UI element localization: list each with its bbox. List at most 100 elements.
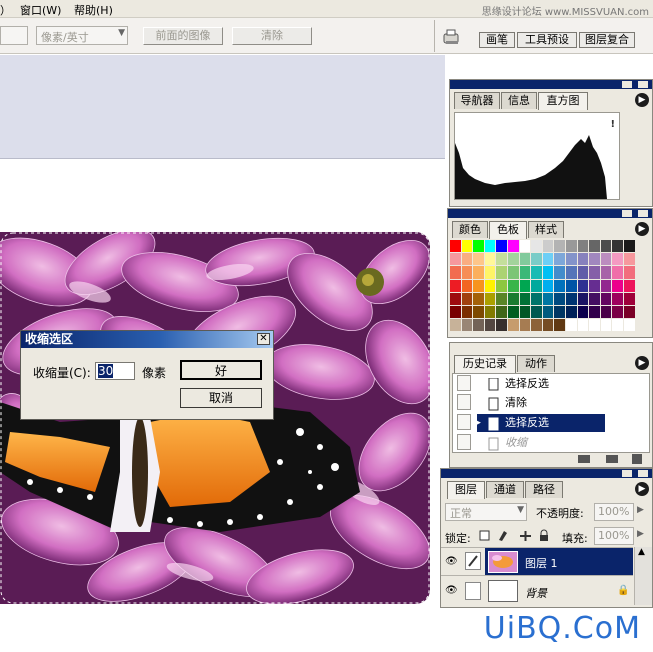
swatch[interactable] (612, 266, 623, 279)
palette-well-icon[interactable] (442, 28, 462, 46)
swatch[interactable] (496, 319, 507, 332)
clear-button[interactable]: 清除 (232, 27, 312, 45)
swatch[interactable] (461, 306, 473, 319)
swatch[interactable] (531, 279, 542, 292)
swatch[interactable] (461, 240, 473, 253)
swatch[interactable] (496, 292, 507, 305)
well-tab-brushes[interactable]: 画笔 (479, 32, 515, 48)
swatch[interactable] (542, 253, 554, 266)
swatch[interactable] (624, 266, 635, 279)
tab-history[interactable]: 历史记录 (454, 355, 516, 373)
swatch[interactable] (496, 306, 507, 319)
swatch[interactable] (461, 279, 473, 292)
eye-icon[interactable]: 👁 (445, 556, 458, 567)
swatch[interactable] (461, 253, 473, 266)
swatch[interactable] (461, 292, 473, 305)
swatch[interactable] (624, 240, 635, 253)
swatch[interactable] (566, 292, 577, 305)
swatch[interactable] (450, 319, 461, 332)
swatch[interactable] (554, 306, 565, 319)
swatch[interactable] (473, 306, 484, 319)
swatch[interactable] (566, 279, 577, 292)
swatch[interactable] (600, 279, 612, 292)
swatch[interactable] (624, 306, 635, 319)
swatch[interactable] (624, 292, 635, 305)
swatch[interactable] (624, 253, 635, 266)
layers-scrollbar[interactable]: ▲ (634, 547, 652, 605)
swatch[interactable] (554, 240, 565, 253)
swatch[interactable] (600, 253, 612, 266)
swatch[interactable] (577, 253, 589, 266)
front-image-button[interactable]: 前面的图像 (143, 27, 223, 45)
history-snapshot-box[interactable] (457, 434, 471, 450)
swatch[interactable] (600, 306, 612, 319)
swatch[interactable] (461, 319, 473, 332)
width-field[interactable] (0, 26, 28, 45)
swatch[interactable] (519, 292, 531, 305)
ok-button[interactable]: 好 (180, 360, 262, 380)
contract-amount-input[interactable]: 30 (95, 362, 135, 380)
swatch[interactable] (577, 240, 589, 253)
swatch[interactable] (484, 279, 496, 292)
minimize-icon[interactable] (622, 210, 632, 217)
swatch[interactable] (566, 306, 577, 319)
swatch[interactable] (531, 253, 542, 266)
swatch[interactable] (531, 266, 542, 279)
fill-slider-arrow-icon[interactable]: ▶ (637, 529, 644, 539)
swatch[interactable] (600, 319, 612, 332)
menu-help[interactable]: 帮助(H) (74, 2, 113, 18)
swatch[interactable] (473, 266, 484, 279)
tab-paths[interactable]: 路径 (525, 481, 563, 498)
scroll-up-icon[interactable]: ▲ (638, 547, 645, 557)
swatch[interactable] (542, 319, 554, 332)
swatch[interactable] (484, 253, 496, 266)
swatch[interactable] (473, 292, 484, 305)
layer-row-background[interactable]: 👁 背景 🔒 (441, 575, 633, 605)
swatch[interactable] (484, 266, 496, 279)
swatch[interactable] (450, 306, 461, 319)
swatch[interactable] (612, 240, 623, 253)
tab-color[interactable]: 颜色 (452, 221, 488, 238)
history-snapshot-box[interactable] (457, 394, 471, 410)
close-icon[interactable] (638, 81, 648, 88)
swatch[interactable] (508, 319, 519, 332)
cancel-button[interactable]: 取消 (180, 388, 262, 408)
swatch[interactable] (473, 279, 484, 292)
swatch[interactable] (612, 292, 623, 305)
swatch[interactable] (612, 319, 623, 332)
swatch[interactable] (589, 266, 600, 279)
swatch[interactable] (531, 240, 542, 253)
units-select[interactable]: 像素/英寸 ▼ (36, 26, 128, 45)
swatch[interactable] (519, 266, 531, 279)
swatch[interactable] (473, 253, 484, 266)
swatch[interactable] (484, 319, 496, 332)
swatch[interactable] (589, 279, 600, 292)
panel-menu-arrow-icon[interactable]: ▶ (635, 482, 649, 496)
swatch[interactable] (554, 319, 565, 332)
swatch[interactable] (612, 306, 623, 319)
swatch[interactable] (519, 319, 531, 332)
swatch[interactable] (542, 292, 554, 305)
eye-icon[interactable]: 👁 (445, 585, 458, 596)
new-document-icon[interactable] (606, 455, 618, 463)
swatch[interactable] (508, 253, 519, 266)
panel-titlebar[interactable] (441, 469, 652, 478)
link-box[interactable] (465, 582, 481, 600)
swatch[interactable] (519, 306, 531, 319)
swatch[interactable] (519, 279, 531, 292)
swatch[interactable] (554, 279, 565, 292)
swatch[interactable] (508, 306, 519, 319)
layer-row-1[interactable]: 👁 图层 1 (441, 547, 633, 576)
swatch-grid[interactable] (450, 240, 638, 336)
well-tab-tool-presets[interactable]: 工具预设 (517, 32, 577, 48)
tab-channels[interactable]: 通道 (486, 481, 524, 498)
swatch[interactable] (612, 279, 623, 292)
snapshot-icon[interactable] (578, 455, 590, 463)
history-snapshot-box[interactable] (457, 375, 471, 391)
swatch[interactable] (450, 292, 461, 305)
close-icon[interactable] (638, 470, 648, 477)
opacity-field[interactable]: 100% (594, 503, 634, 521)
fill-field[interactable]: 100% (594, 527, 634, 545)
swatch[interactable] (577, 266, 589, 279)
swatch[interactable] (566, 266, 577, 279)
